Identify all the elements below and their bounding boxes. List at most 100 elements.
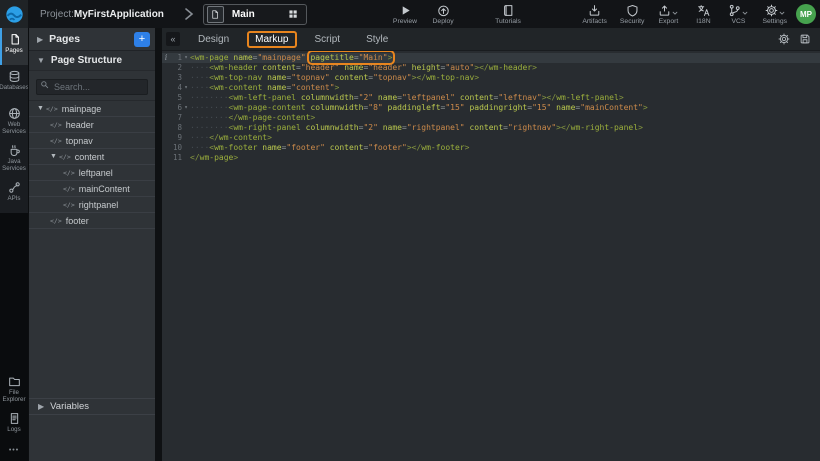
editor-tabs: Design Markup Script Style: [180, 31, 396, 48]
file-explorer-icon: [8, 375, 21, 388]
info-marker-icon: i: [162, 53, 170, 63]
tree-node-mainContent[interactable]: </>mainContent: [29, 181, 155, 197]
export-button[interactable]: Export: [657, 4, 679, 25]
tab-style[interactable]: Style: [358, 31, 396, 48]
web-services-icon: [8, 107, 21, 120]
sidebar-item-pages[interactable]: Pages: [0, 28, 28, 65]
gutter: i1▾: [162, 53, 190, 63]
caret-down-icon: ▼: [37, 105, 46, 112]
tree-node-mainpage[interactable]: ▼</>mainpage: [29, 101, 155, 117]
gutter: 6▾: [162, 103, 190, 113]
sidebar-item-apis[interactable]: APIs: [0, 176, 28, 213]
gutter: 8: [162, 123, 190, 133]
search-icon: [40, 80, 49, 89]
page-structure-tree: ▼</>mainpage</>header</>topnav▼</>conten…: [29, 101, 155, 229]
activity-bottom-section: File ExplorerLogs •••: [0, 213, 28, 461]
tree-node-header[interactable]: </>header: [29, 117, 155, 133]
page-tab-main[interactable]: Main: [203, 4, 307, 25]
gear-icon[interactable]: [778, 33, 790, 45]
fold-caret-icon: [182, 113, 190, 123]
vcs-icon: [728, 4, 741, 17]
save-icon[interactable]: [799, 33, 811, 45]
tree-node-footer[interactable]: </>footer: [29, 213, 155, 229]
gutter: 4▾: [162, 83, 190, 93]
caret-down-icon: ▼: [50, 153, 59, 160]
tab-script[interactable]: Script: [307, 31, 349, 48]
info-marker-icon: [162, 133, 170, 143]
i18n-icon: [697, 4, 710, 17]
security-icon: [626, 4, 639, 17]
code-line-1: i1▾<wm-page name="mainpage" pagetitle="M…: [162, 53, 820, 63]
security-button[interactable]: Security: [620, 4, 645, 25]
fold-caret-icon[interactable]: ▾: [182, 53, 190, 63]
code-icon: </>: [50, 121, 62, 129]
fold-caret-icon: [182, 153, 190, 163]
pages-panel-title: Pages: [49, 33, 134, 45]
panel-scrollbar[interactable]: [155, 28, 162, 461]
code-icon: </>: [63, 185, 75, 193]
info-marker-icon: [162, 73, 170, 83]
grid-icon[interactable]: [288, 9, 298, 19]
play-icon: [399, 4, 412, 17]
chevron-down-icon: [742, 10, 748, 16]
collapse-panel-button[interactable]: «: [166, 32, 180, 46]
code-line-9: 9····</wm-content>: [162, 133, 820, 143]
fold-caret-icon[interactable]: ▾: [182, 103, 190, 113]
gutter: 7: [162, 113, 190, 123]
variables-title: Variables: [50, 401, 89, 412]
gutter: 3: [162, 73, 190, 83]
code-icon: </>: [50, 217, 62, 225]
fold-caret-icon[interactable]: ▾: [182, 83, 190, 93]
info-marker-icon: [162, 103, 170, 113]
tree-node-topnav[interactable]: </>topnav: [29, 133, 155, 149]
code-icon: </>: [50, 137, 62, 145]
wavemaker-logo-icon[interactable]: [0, 0, 28, 28]
tab-design[interactable]: Design: [190, 31, 237, 48]
sidebar-item-logs[interactable]: Logs: [0, 407, 28, 444]
settings-button[interactable]: Settings: [762, 4, 787, 25]
chevron-down-icon: [672, 10, 678, 16]
variables-section[interactable]: ▶ Variables: [29, 398, 155, 415]
annotation-highlight: pagetitle="Main">: [310, 53, 392, 62]
tree-node-leftpanel[interactable]: </>leftpanel: [29, 165, 155, 181]
deploy-button[interactable]: Deploy: [432, 4, 454, 25]
project-title: MyFirstApplication: [74, 9, 164, 20]
artifacts-button[interactable]: Artifacts: [582, 4, 607, 25]
code-icon: </>: [63, 169, 75, 177]
project-name: Project:MyFirstApplication: [40, 9, 164, 20]
code-icon: </>: [59, 153, 71, 161]
code-line-5: 5········<wm-left-panel columnwidth="2" …: [162, 93, 820, 103]
add-page-button[interactable]: +: [134, 32, 150, 47]
vcs-button[interactable]: VCS: [727, 4, 749, 25]
info-marker-icon: [162, 143, 170, 153]
markup-code-editor[interactable]: i1▾<wm-page name="mainpage" pagetitle="M…: [162, 51, 820, 461]
caret-right-icon: ▶: [37, 35, 43, 44]
more-options-button[interactable]: •••: [0, 447, 28, 454]
preview-button[interactable]: Preview: [393, 4, 417, 25]
pages-panel-header[interactable]: ▶ Pages +: [29, 28, 155, 51]
java-services-icon: [8, 144, 21, 157]
sidebar-item-java-services[interactable]: Java Services: [0, 139, 28, 176]
project-label: Project:: [40, 9, 74, 20]
page-structure-header[interactable]: ▼ Page Structure: [29, 51, 155, 71]
code-line-7: 7········</wm-page-content>: [162, 113, 820, 123]
caret-right-icon: ▶: [38, 402, 44, 411]
sidebar-item-web-services[interactable]: Web Services: [0, 102, 28, 139]
search-input[interactable]: [36, 79, 148, 95]
avatar[interactable]: MP: [796, 4, 816, 24]
code-line-4: 4▾····<wm-content name="content">: [162, 83, 820, 93]
tutorials-button[interactable]: Tutorials: [495, 4, 521, 25]
tab-markup[interactable]: Markup: [247, 31, 296, 48]
sidebar-item-file-explorer[interactable]: File Explorer: [0, 370, 28, 407]
topbar-actions-right: Artifacts Security Export I18N VCS Settings: [582, 4, 787, 25]
code-line-6: 6▾········<wm-page-content columnwidth="…: [162, 103, 820, 113]
i18n-button[interactable]: I18N: [692, 4, 714, 25]
search-area: [29, 71, 155, 101]
tree-node-content[interactable]: ▼</>content: [29, 149, 155, 165]
sidebar-item-databases[interactable]: Databases: [0, 65, 28, 102]
tree-node-rightpanel[interactable]: </>rightpanel: [29, 197, 155, 213]
fold-caret-icon: [182, 143, 190, 153]
info-marker-icon: [162, 63, 170, 73]
code-line-3: 3····<wm-top-nav name="topnav" content="…: [162, 73, 820, 83]
gutter: 10: [162, 143, 190, 153]
